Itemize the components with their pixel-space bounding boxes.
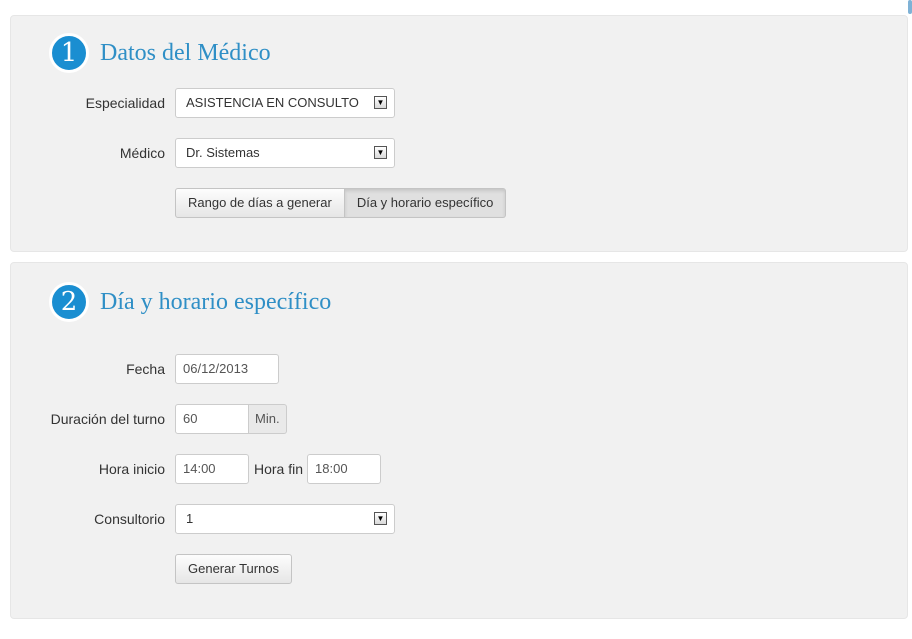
generar-turnos-button[interactable]: Generar Turnos <box>175 554 293 584</box>
fecha-label: Fecha <box>126 361 165 377</box>
medico-section: 1 Datos del Médico Especialidad ASISTENC… <box>10 15 908 252</box>
hora-fin-label: Hora fin <box>254 461 304 477</box>
medico-select[interactable]: Dr. Sistemas ▼ <box>175 138 395 168</box>
especialidad-value: ASISTENCIA EN CONSULTO <box>186 95 359 110</box>
section-title: Datos del Médico <box>100 39 271 66</box>
step-number-badge: 1 <box>49 33 89 73</box>
dropdown-arrow-icon[interactable]: ▼ <box>374 96 387 109</box>
consultorio-select[interactable]: 1 ▼ <box>175 504 395 534</box>
step-number-badge: 2 <box>49 282 89 322</box>
dropdown-arrow-icon[interactable]: ▼ <box>374 512 387 525</box>
section-title: Día y horario específico <box>100 288 332 315</box>
section-header: 2 Día y horario específico <box>49 282 331 322</box>
hora-fin-input[interactable]: 18:00 <box>307 454 382 484</box>
especialidad-label: Especialidad <box>85 95 165 111</box>
medico-label: Médico <box>119 145 165 161</box>
fecha-input[interactable]: 06/12/2013 <box>175 354 279 384</box>
hora-inicio-input[interactable]: 14:00 <box>175 454 249 484</box>
section-header: 1 Datos del Médico <box>49 33 271 73</box>
especialidad-select[interactable]: ASISTENCIA EN CONSULTO ▼ <box>175 88 395 118</box>
rango-dias-button[interactable]: Rango de días a generar <box>175 188 345 218</box>
consultorio-label: Consultorio <box>94 511 165 527</box>
duracion-label: Duración del turno <box>50 411 165 427</box>
dia-horario-button[interactable]: Día y horario específico <box>344 188 507 218</box>
duracion-unit: Min. <box>249 404 287 434</box>
consultorio-value: 1 <box>186 511 194 526</box>
dropdown-arrow-icon[interactable]: ▼ <box>374 146 387 159</box>
medico-value: Dr. Sistemas <box>186 145 260 160</box>
generation-mode-toggle: Rango de días a generar Día y horario es… <box>175 188 507 218</box>
duracion-input[interactable]: 60 <box>175 404 249 434</box>
horario-section: 2 Día y horario específico Fecha 06/12/2… <box>10 262 908 619</box>
hora-inicio-label: Hora inicio <box>98 461 165 477</box>
scrollbar-thumb[interactable] <box>908 0 912 14</box>
